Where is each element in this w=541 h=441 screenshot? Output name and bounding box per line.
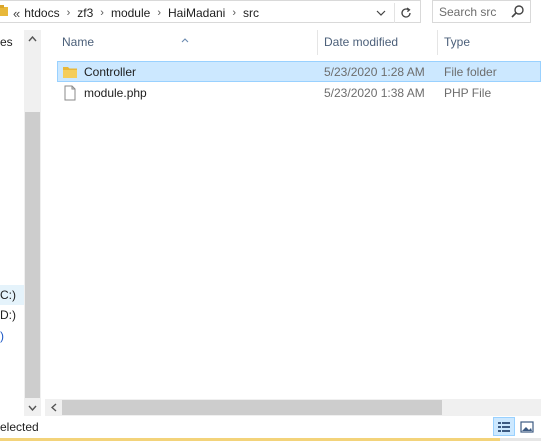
scrollbar-thumb[interactable] <box>62 400 442 415</box>
scroll-left-icon[interactable] <box>45 399 62 416</box>
address-bar[interactable]: « htdocs › zf3 › module › HaiMadani › sr… <box>0 0 421 23</box>
column-header-name[interactable]: Name <box>56 30 318 55</box>
file-date-modified: 5/23/2020 1:28 AM <box>324 65 425 79</box>
breadcrumb-separator[interactable]: › <box>67 7 71 19</box>
breadcrumb-separator[interactable]: › <box>157 7 161 19</box>
status-text: elected <box>0 420 39 434</box>
refresh-icon[interactable] <box>394 3 416 23</box>
nav-item-drive-d[interactable]: D:) <box>0 308 16 322</box>
file-date-modified: 5/23/2020 1:38 AM <box>324 86 425 100</box>
search-box[interactable] <box>432 0 531 23</box>
horizontal-scrollbar[interactable] <box>45 399 541 416</box>
navigation-pane: es C:) D:) ) <box>0 30 45 416</box>
file-name: module.php <box>84 86 147 100</box>
list-item[interactable]: module.php 5/23/2020 1:38 AM PHP File <box>57 82 541 103</box>
breadcrumb-item-module[interactable]: module <box>111 6 150 20</box>
breadcrumb-item-htdocs[interactable]: htdocs <box>24 6 59 20</box>
scroll-up-icon[interactable] <box>24 30 41 47</box>
nav-vertical-scrollbar[interactable] <box>24 30 41 416</box>
address-row: « htdocs › zf3 › module › HaiMadani › sr… <box>0 0 541 24</box>
scrollbar-thumb[interactable] <box>25 112 40 398</box>
file-icon <box>62 85 78 101</box>
file-list: Name Date modified Type Controller 5/23/… <box>45 24 541 416</box>
scroll-down-icon[interactable] <box>24 399 41 416</box>
nav-item-network[interactable]: ) <box>0 329 4 343</box>
nav-item-label[interactable]: es <box>0 35 13 49</box>
chevron-down-icon[interactable] <box>373 6 389 20</box>
details-view-icon[interactable] <box>493 417 515 436</box>
breadcrumb-separator[interactable]: › <box>100 7 104 19</box>
folder-icon <box>0 5 8 17</box>
folder-icon <box>62 65 78 79</box>
status-bar: elected <box>0 416 541 438</box>
column-header-row: Name Date modified Type <box>45 30 541 55</box>
search-input[interactable] <box>439 5 509 19</box>
list-item[interactable]: Controller 5/23/2020 1:28 AM File folder <box>57 61 541 82</box>
nav-item-drive-c[interactable]: C:) <box>0 288 16 302</box>
file-name: Controller <box>84 65 137 79</box>
column-header-date-modified[interactable]: Date modified <box>318 30 438 55</box>
search-icon[interactable] <box>510 4 526 20</box>
breadcrumb-item-zf3[interactable]: zf3 <box>77 6 93 20</box>
file-type: PHP File <box>444 86 492 100</box>
breadcrumb-item-src[interactable]: src <box>243 6 259 20</box>
file-type: File folder <box>444 65 497 79</box>
breadcrumb: « htdocs › zf3 › module › HaiMadani › sr… <box>13 5 259 21</box>
overflow-chevron-button[interactable]: « <box>13 6 20 21</box>
breadcrumb-item-haimadani[interactable]: HaiMadani <box>168 6 225 20</box>
breadcrumb-separator[interactable]: › <box>232 7 236 19</box>
column-header-type[interactable]: Type <box>438 30 541 55</box>
large-icons-view-icon[interactable] <box>516 417 538 436</box>
